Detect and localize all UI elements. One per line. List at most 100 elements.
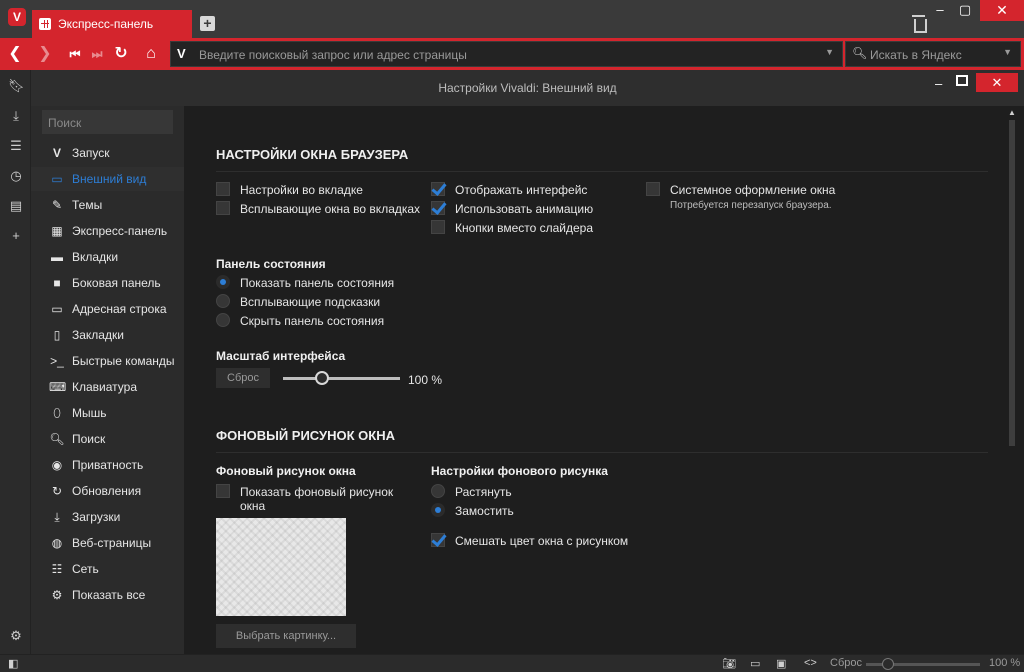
settings-scrollbar[interactable]: ▲	[1007, 106, 1017, 654]
scale-value: 100 %	[408, 373, 443, 387]
blend-color-checkbox[interactable]	[431, 533, 445, 547]
background-left-heading: Фоновый рисунок окна	[216, 464, 356, 478]
settings-nav: Поиск V Запуск ▭ Внешний вид ✎ Темы ▦ Эк…	[31, 106, 184, 654]
brush-icon: ✎	[51, 198, 63, 212]
status-show-label: Показать панель состояния	[240, 276, 395, 290]
zoom-slider-thumb[interactable]	[882, 658, 894, 670]
settings-nav-bookmarks[interactable]: ▯ Закладки	[31, 323, 184, 347]
popups-in-tabs-checkbox[interactable]	[216, 201, 230, 215]
choose-image-button[interactable]: Выбрать картинку...	[216, 624, 356, 648]
settings-close-button[interactable]: ✕	[976, 73, 1018, 92]
settings-nav-address-bar[interactable]: ▭ Адресная строка	[31, 297, 184, 321]
buttons-instead-slider-checkbox[interactable]	[431, 220, 445, 234]
nav-label: Адресная строка	[72, 302, 167, 316]
gear-icon[interactable]: ⚙	[8, 628, 24, 644]
system-frame-checkbox[interactable]	[646, 182, 660, 196]
settings-nav-startup[interactable]: V Запуск	[31, 141, 184, 165]
setting-in-tab-checkbox[interactable]	[216, 182, 230, 196]
search-field[interactable]: 🔍︎ Искать в Яндекс ▼	[845, 41, 1021, 67]
settings-nav-express-panel[interactable]: ▦ Экспресс-панель	[31, 219, 184, 243]
tile-radio[interactable]	[431, 503, 445, 517]
tab-express-panel[interactable]: Экспресс-панель	[32, 10, 192, 38]
camera-icon[interactable]: 📷︎	[722, 657, 736, 670]
reload-button[interactable]: ↻	[110, 43, 132, 65]
chevron-down-icon[interactable]: ▼	[1003, 47, 1012, 57]
back-button[interactable]: ❮	[4, 43, 26, 65]
settings-search-input[interactable]: Поиск	[42, 110, 173, 134]
close-button[interactable]: ✕	[980, 0, 1024, 21]
section-divider	[216, 452, 988, 453]
panel-toggle-icon[interactable]: ◧	[8, 657, 18, 670]
stretch-radio[interactable]	[431, 484, 445, 498]
page-actions-icon[interactable]: <>	[804, 657, 817, 669]
settings-nav-privacy[interactable]: ◉ Приватность	[31, 453, 184, 477]
address-field[interactable]: V Введите поисковый запрос или адрес стр…	[170, 41, 843, 67]
scrollbar-thumb[interactable]	[1009, 120, 1015, 446]
rewind-button[interactable]: ⏮	[64, 43, 86, 65]
add-panel-icon[interactable]: +	[8, 228, 24, 244]
history-icon[interactable]: ◷	[8, 168, 24, 184]
trash-icon[interactable]	[912, 15, 927, 33]
scale-reset-button[interactable]: Сброс	[216, 368, 270, 388]
settings-nav-quick-commands[interactable]: >_ Быстрые команды	[31, 349, 184, 373]
status-show-radio[interactable]	[216, 275, 230, 289]
chevron-down-icon[interactable]: ▼	[825, 47, 834, 57]
settings-nav-mouse[interactable]: ⬯ Мышь	[31, 401, 184, 425]
settings-nav-downloads[interactable]: ⤓ Загрузки	[31, 505, 184, 529]
vivaldi-menu-icon[interactable]: V	[8, 8, 26, 26]
fast-forward-button[interactable]: ⏭	[86, 43, 108, 65]
mouse-icon: ⬯	[53, 406, 61, 420]
maximize-button[interactable]: ▢	[952, 0, 978, 21]
scroll-up-icon[interactable]: ▲	[1008, 108, 1016, 117]
download-icon: ⤓	[54, 510, 60, 524]
settings-nav-updates[interactable]: ↻ Обновления	[31, 479, 184, 503]
scale-heading: Масштаб интерфейса	[216, 349, 346, 363]
zoom-reset-button[interactable]: Сброс	[830, 657, 862, 669]
settings-nav-themes[interactable]: ✎ Темы	[31, 193, 184, 217]
status-tooltips-radio[interactable]	[216, 294, 230, 308]
use-animation-checkbox[interactable]	[431, 201, 445, 215]
bookmark-icon[interactable]: 🔖︎	[8, 78, 25, 94]
scale-slider-thumb[interactable]	[314, 371, 329, 385]
settings-nav-network[interactable]: ☷ Сеть	[31, 557, 184, 581]
setting-in-tab-label: Настройки во вкладке	[240, 183, 363, 197]
system-frame-label: Системное оформление окна	[670, 183, 836, 197]
minimize-button[interactable]: ‒	[930, 0, 950, 21]
tiling-icon[interactable]: ▭	[750, 657, 760, 670]
settings-maximize-button[interactable]	[956, 75, 968, 86]
nav-label: Закладки	[72, 328, 124, 342]
settings-nav-keyboard[interactable]: ⌨ Клавиатура	[31, 375, 184, 399]
settings-nav-show-all[interactable]: ⚙ Показать все	[31, 583, 184, 607]
settings-content: НАСТРОЙКИ ОКНА БРАУЗЕРА Настройки во вкл…	[184, 106, 1024, 654]
background-preview	[216, 518, 346, 616]
section-heading-background: ФОНОВЫЙ РИСУНОК ОКНА	[216, 428, 395, 443]
navigation-bar: ❮ ❯ ⏮ ⏭ ↻ ⌂ V Введите поисковый запрос и…	[0, 38, 1024, 70]
download-icon[interactable]: ⤓	[8, 108, 24, 124]
scale-slider-track[interactable]	[283, 377, 400, 380]
nav-label: Внешний вид	[72, 172, 147, 186]
show-background-label-line2: окна	[240, 499, 266, 513]
status-bar: ◧ 📷︎ ▭ ▣ <> Сброс 100 %	[0, 654, 1024, 672]
settings-minimize-button[interactable]: ‒	[935, 76, 942, 91]
show-background-checkbox[interactable]	[216, 484, 230, 498]
status-hide-radio[interactable]	[216, 313, 230, 327]
settings-nav-appearance[interactable]: ▭ Внешний вид	[31, 167, 184, 191]
globe-icon: ◍	[51, 536, 63, 550]
command-icon: >_	[50, 354, 64, 368]
settings-nav-tabs[interactable]: ▬ Вкладки	[31, 245, 184, 269]
settings-nav-side-panel[interactable]: ■ Боковая панель	[31, 271, 184, 295]
new-tab-button[interactable]: +	[200, 16, 215, 31]
blend-color-label: Смешать цвет окна с рисунком	[455, 534, 629, 548]
window-icon[interactable]: ▤	[8, 198, 24, 214]
home-button[interactable]: ⌂	[140, 43, 162, 65]
gear-icon: ⚙	[51, 588, 63, 602]
settings-nav-web-pages[interactable]: ◍ Веб-страницы	[31, 531, 184, 555]
buttons-instead-slider-label: Кнопки вместо слайдера	[455, 221, 594, 235]
notes-icon[interactable]: ☰	[8, 138, 24, 154]
nav-label: Мышь	[72, 406, 107, 420]
show-ui-checkbox[interactable]	[431, 182, 445, 196]
image-icon[interactable]: ▣	[776, 657, 786, 670]
use-animation-label: Использовать анимацию	[455, 202, 594, 216]
settings-nav-search[interactable]: 🔍︎ Поиск	[31, 427, 184, 451]
forward-button[interactable]: ❯	[34, 43, 56, 65]
